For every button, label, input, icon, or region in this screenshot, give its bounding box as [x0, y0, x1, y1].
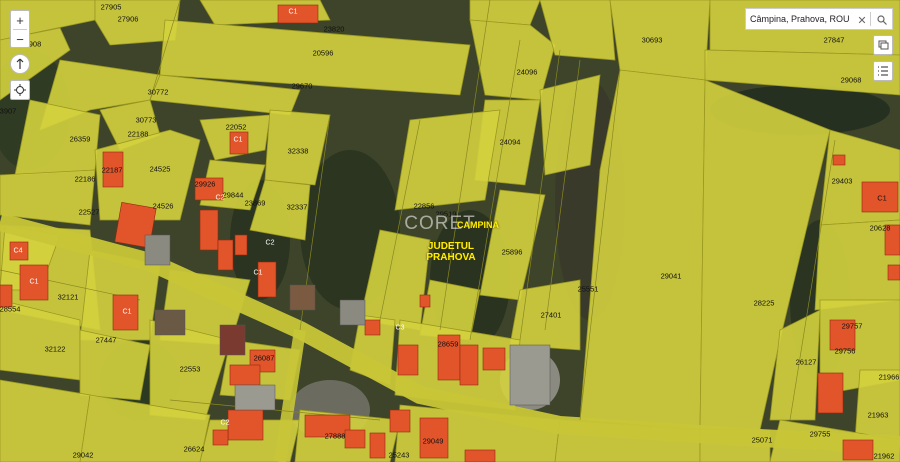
parcel-id-label: 32338 [287, 146, 309, 156]
parcel-id-label: 29926 [194, 179, 216, 189]
parcel-id-label: 26624 [183, 444, 205, 454]
search-input[interactable] [750, 11, 855, 27]
parcel-id-label: 21966 [878, 372, 900, 382]
parcel-id-label: 22553 [179, 364, 201, 374]
building-label: C4 [13, 247, 23, 255]
parcel-id-label: 22188 [127, 129, 149, 139]
zoom-out-icon[interactable]: − [11, 30, 29, 48]
parcel-id-label: 26087 [253, 353, 275, 363]
parcel-id-label: 29670 [291, 81, 313, 91]
search-icon[interactable] [874, 12, 890, 28]
zoom-in-icon[interactable]: + [11, 11, 29, 29]
parcel-id-label: 24096 [516, 67, 538, 77]
parcel-id-label: 29757 [841, 321, 863, 331]
layers-button[interactable] [873, 35, 893, 55]
north-arrow-icon [16, 58, 24, 69]
parcel-id-label: 21962 [873, 451, 895, 461]
building-label: C2 [265, 239, 275, 247]
search-box: ✕ [745, 8, 893, 30]
parcel-id-label: 25896 [501, 247, 523, 257]
region-label-line1: JUDETUL [427, 241, 475, 252]
north-arrow-button[interactable] [10, 54, 30, 74]
parcel-id-label: 27847 [823, 35, 845, 45]
parcel-id-label: 29756 [834, 346, 856, 356]
parcel-id-label: 27906 [117, 14, 139, 24]
parcel-id-label: 29049 [422, 436, 444, 446]
parcel-id-label: 29403 [831, 176, 853, 186]
parcel-id-label: 25071 [751, 435, 773, 445]
parcel-id-label: 28554 [0, 304, 21, 314]
parcel-id-label: 24094 [499, 137, 521, 147]
region-label: JUDETUL PRAHOVA [426, 241, 475, 263]
parcel-id-label: 32121 [57, 292, 79, 302]
building-label: C1 [122, 308, 132, 316]
locate-button[interactable] [10, 80, 30, 100]
parcel-id-label: 32337 [286, 202, 308, 212]
parcel-id-label: 23820 [323, 24, 345, 34]
parcel-id-label: 29042 [72, 450, 94, 460]
parcel-id-label: 28225 [753, 298, 775, 308]
region-label-line2: PRAHOVA [426, 252, 476, 263]
parcel-id-label: 25551 [577, 284, 599, 294]
parcel-id-label: 3907 [0, 106, 17, 116]
parcel-id-label: 26127 [795, 357, 817, 367]
parcel-id-label: 29844 [222, 190, 244, 200]
parcel-id-label: 28659 [437, 339, 459, 349]
parcel-id-label: 20596 [312, 48, 334, 58]
parcel-id-label: 29041 [660, 271, 682, 281]
parcel-id-label: 30773 [135, 115, 157, 125]
parcel-id-label: 21963 [867, 410, 889, 420]
locate-icon [14, 84, 26, 96]
building-label: C3 [395, 324, 405, 332]
building-label: C1 [29, 278, 39, 286]
parcel-id-label: 29755 [809, 429, 831, 439]
list-icon [878, 66, 888, 76]
parcel-id-label: 25243 [388, 450, 410, 460]
layers-icon [878, 40, 889, 50]
parcel-id-label: 27888 [324, 431, 346, 441]
building-label: C1 [288, 8, 298, 16]
parcel-id-label: 22527 [78, 207, 100, 217]
parcel-id-label: 29068 [840, 75, 862, 85]
clear-icon[interactable]: ✕ [854, 12, 870, 28]
parcel-id-label: 26359 [69, 134, 91, 144]
locality-label: CAMPINA [457, 220, 499, 230]
building-label: C2 [220, 419, 230, 427]
parcel-id-label: 23869 [244, 198, 266, 208]
parcel-id-label: 27905 [100, 2, 122, 12]
parcel-id-label: 22186 [74, 174, 96, 184]
parcel-id-label: 27401 [540, 310, 562, 320]
building-label: C2 [215, 194, 225, 202]
parcel-id-label: 22052 [225, 122, 247, 132]
list-button[interactable] [873, 61, 893, 81]
parcel-id-label: 24525 [149, 164, 171, 174]
building-label: C1 [253, 269, 263, 277]
building-label: C1 [233, 136, 243, 144]
search-divider [870, 12, 871, 26]
parcel-id-label: 20628 [869, 223, 891, 233]
parcel-id-label: 27447 [95, 335, 117, 345]
parcel-id-label: 22856 [413, 201, 435, 211]
parcel-id-label: 24526 [152, 201, 174, 211]
parcel-id-label: 30693 [641, 35, 663, 45]
parcel-id-label: 30772 [147, 87, 169, 97]
parcel-id-label: 22187 [101, 165, 123, 175]
parcel-id-label: 908 [28, 39, 42, 49]
parcel-id-label: 32122 [44, 344, 66, 354]
parcel-id-label: C1 [877, 193, 887, 203]
zoom-control: + − [10, 10, 30, 48]
